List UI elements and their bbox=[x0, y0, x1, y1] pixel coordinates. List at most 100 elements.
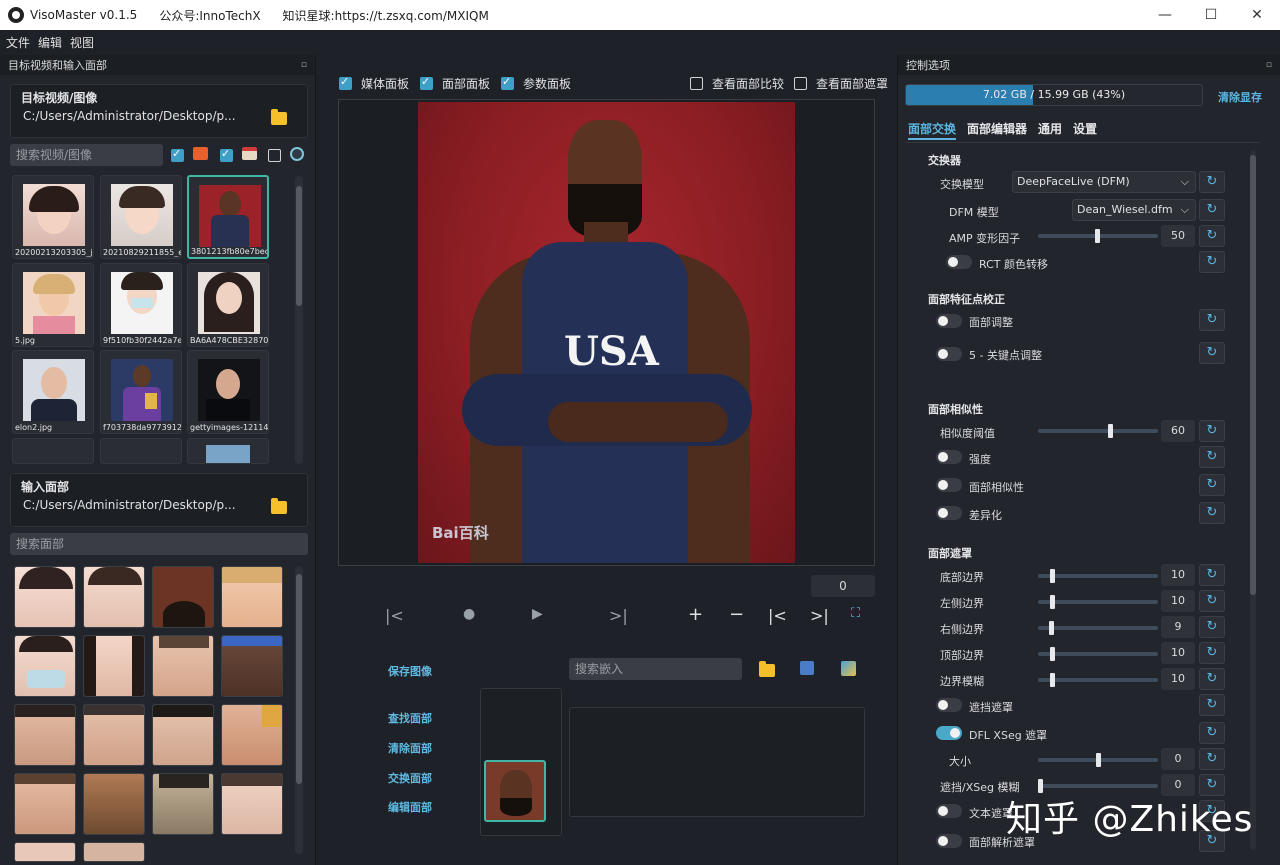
reset-icon[interactable]: ↻ bbox=[1199, 309, 1225, 331]
tab-face-swap[interactable]: 面部交换 bbox=[908, 120, 957, 140]
swap-faces-button[interactable]: 交换面部 bbox=[388, 770, 432, 786]
reset-icon[interactable]: ↻ bbox=[1199, 420, 1225, 442]
reset-icon[interactable]: ↻ bbox=[1199, 446, 1225, 468]
reset-icon[interactable]: ↻ bbox=[1199, 722, 1225, 744]
next-marker-icon[interactable]: >| bbox=[810, 606, 829, 625]
menu-view[interactable]: 视图 bbox=[70, 34, 94, 51]
face-panel-checkbox[interactable] bbox=[420, 75, 434, 90]
occlusion-mask-toggle[interactable] bbox=[936, 698, 962, 712]
fullscreen-icon[interactable]: ⛶ bbox=[851, 606, 860, 621]
search-embed-input[interactable]: 搜索嵌入 bbox=[569, 658, 742, 680]
size-slider[interactable] bbox=[1038, 753, 1158, 767]
face-item[interactable] bbox=[14, 566, 76, 628]
face-adjust-toggle[interactable] bbox=[936, 314, 962, 328]
target-folder-icon[interactable] bbox=[271, 109, 287, 125]
target-thumb[interactable]: gettyimages-1211442 bbox=[187, 350, 269, 434]
tab-settings[interactable]: 设置 bbox=[1073, 120, 1097, 140]
menu-file[interactable]: 文件 bbox=[6, 34, 30, 51]
next-frame-icon[interactable]: >| bbox=[609, 606, 628, 625]
input-faces-scrollbar[interactable] bbox=[295, 566, 303, 854]
reset-icon[interactable]: ↻ bbox=[1199, 748, 1225, 770]
prev-marker-icon[interactable]: |< bbox=[768, 606, 787, 625]
differencing-toggle[interactable] bbox=[936, 506, 962, 520]
sim-threshold-value[interactable]: 60 bbox=[1161, 420, 1195, 442]
frame-counter[interactable]: 0 bbox=[811, 575, 875, 597]
top-border-value[interactable]: 10 bbox=[1161, 642, 1195, 664]
reset-icon[interactable]: ↻ bbox=[1199, 694, 1225, 716]
target-thumb[interactable]: 9f510fb30f2442a7e75 bbox=[100, 263, 182, 347]
filter-webcam-checkbox[interactable] bbox=[268, 149, 281, 162]
save-image-button[interactable]: 保存图像 bbox=[388, 663, 432, 679]
right-border-value[interactable]: 9 bbox=[1161, 616, 1195, 638]
face-item[interactable] bbox=[152, 773, 214, 835]
amp-slider[interactable] bbox=[1038, 229, 1158, 243]
target-thumb[interactable] bbox=[187, 438, 269, 464]
compare-checkbox[interactable] bbox=[690, 77, 703, 90]
face-item[interactable] bbox=[83, 635, 145, 697]
left-border-slider[interactable] bbox=[1038, 595, 1158, 609]
face-item[interactable] bbox=[83, 566, 145, 628]
play-icon[interactable]: ▶ bbox=[532, 606, 543, 622]
record-icon[interactable]: ● bbox=[463, 606, 475, 622]
undock-icon[interactable]: ▫ bbox=[301, 60, 307, 70]
reset-icon[interactable]: ↻ bbox=[1199, 564, 1225, 586]
load-embed-icon[interactable] bbox=[841, 661, 856, 676]
face-item[interactable] bbox=[14, 842, 76, 862]
target-thumb[interactable] bbox=[100, 438, 182, 464]
face-item[interactable] bbox=[221, 773, 283, 835]
embed-folder-icon[interactable] bbox=[759, 661, 775, 677]
input-folder-icon[interactable] bbox=[271, 498, 287, 514]
target-thumb[interactable]: f703738da9773912b3 bbox=[100, 350, 182, 434]
mask-checkbox[interactable] bbox=[794, 77, 808, 90]
filter-videos-checkbox[interactable] bbox=[220, 147, 233, 162]
face-item[interactable] bbox=[83, 704, 145, 766]
undock-icon[interactable]: ▫ bbox=[1266, 60, 1272, 70]
target-thumb[interactable] bbox=[12, 438, 94, 464]
face-item[interactable] bbox=[221, 566, 283, 628]
amp-value[interactable]: 50 bbox=[1161, 225, 1195, 247]
found-face-selected[interactable] bbox=[484, 760, 546, 822]
reset-icon[interactable]: ↻ bbox=[1199, 668, 1225, 690]
tab-common[interactable]: 通用 bbox=[1038, 120, 1062, 140]
face-item[interactable] bbox=[152, 566, 214, 628]
text-mask-toggle[interactable] bbox=[936, 804, 962, 818]
reset-icon[interactable]: ↻ bbox=[1199, 616, 1225, 638]
target-thumb[interactable]: 5.jpg bbox=[12, 263, 94, 347]
reset-icon[interactable]: ↻ bbox=[1199, 474, 1225, 496]
reset-icon[interactable]: ↻ bbox=[1199, 251, 1225, 273]
target-thumb[interactable]: elon2.jpg bbox=[12, 350, 94, 434]
dfm-model-select[interactable]: Dean_Wiesel.dfm ⌵ bbox=[1072, 199, 1196, 221]
reset-icon[interactable]: ↻ bbox=[1199, 642, 1225, 664]
media-panel-checkbox[interactable] bbox=[339, 75, 352, 90]
save-embed-icon[interactable] bbox=[800, 661, 814, 675]
swap-model-select[interactable]: DeepFaceLive (DFM) ⌵ bbox=[1012, 171, 1196, 193]
filter-images-checkbox[interactable] bbox=[171, 147, 184, 162]
left-border-value[interactable]: 10 bbox=[1161, 590, 1195, 612]
target-thumb-selected[interactable]: 3801213fb80e7bec54 bbox=[187, 175, 269, 259]
face-item[interactable] bbox=[83, 842, 145, 862]
add-marker-icon[interactable]: + bbox=[688, 604, 703, 625]
face-similarity-toggle[interactable] bbox=[936, 478, 962, 492]
face-parse-mask-toggle[interactable] bbox=[936, 834, 962, 848]
face-item[interactable] bbox=[152, 635, 214, 697]
minimize-button[interactable]: — bbox=[1142, 0, 1188, 30]
tab-face-editor[interactable]: 面部编辑器 bbox=[967, 120, 1027, 140]
face-item[interactable] bbox=[83, 773, 145, 835]
rct-toggle[interactable] bbox=[946, 255, 972, 269]
face-item[interactable] bbox=[221, 704, 283, 766]
param-panel-checkbox[interactable] bbox=[501, 75, 515, 90]
clear-vram-button[interactable]: 清除显存 bbox=[1218, 89, 1262, 105]
bottom-border-slider[interactable] bbox=[1038, 569, 1158, 583]
clear-faces-button[interactable]: 清除面部 bbox=[388, 740, 432, 756]
edit-faces-button[interactable]: 编辑面部 bbox=[388, 799, 432, 815]
reset-icon[interactable]: ↻ bbox=[1199, 199, 1225, 221]
find-faces-button[interactable]: 查找面部 bbox=[388, 710, 432, 726]
reset-icon[interactable]: ↻ bbox=[1199, 502, 1225, 524]
bottom-border-value[interactable]: 10 bbox=[1161, 564, 1195, 586]
sim-threshold-slider[interactable] bbox=[1038, 424, 1158, 438]
reset-icon[interactable]: ↻ bbox=[1199, 171, 1225, 193]
target-media-scrollbar[interactable] bbox=[295, 176, 303, 464]
prev-frame-icon[interactable]: |< bbox=[385, 606, 404, 625]
maximize-button[interactable]: ☐ bbox=[1188, 0, 1234, 30]
menu-edit[interactable]: 编辑 bbox=[38, 34, 62, 51]
